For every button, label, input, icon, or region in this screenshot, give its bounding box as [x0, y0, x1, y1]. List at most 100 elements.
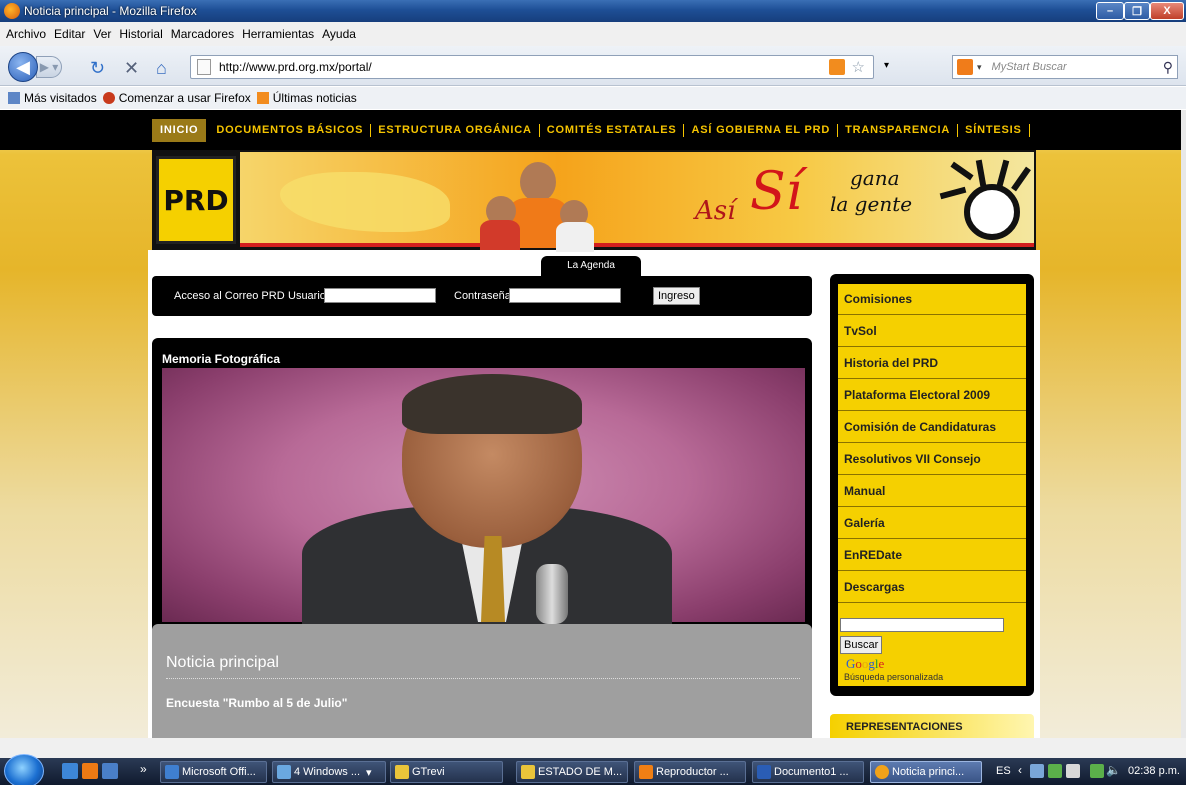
menu-editar[interactable]: Editar	[54, 27, 85, 41]
menu-marcadores[interactable]: Marcadores	[171, 27, 234, 41]
status-bar	[0, 738, 1186, 758]
tray-expand-icon[interactable]: ‹	[1018, 763, 1022, 777]
forward-button[interactable]: ▶ ▾	[36, 56, 62, 78]
tray-icon-3[interactable]	[1066, 764, 1080, 778]
sidebar-item-enredate[interactable]: EnREDate	[838, 540, 1026, 571]
sun-logo-icon	[939, 159, 1031, 244]
email-login-box: Acceso al Correo PRD Usuario Contraseña …	[152, 276, 812, 316]
home-icon[interactable]: ⌂	[156, 58, 167, 79]
mexico-map-image	[280, 172, 450, 232]
main-news-box: Noticia principal Encuesta "Rumbo al 5 d…	[152, 624, 812, 738]
search-box[interactable]: ▾ MyStart Buscar ⚲	[952, 55, 1178, 79]
clock[interactable]: 02:38 p.m.	[1128, 765, 1180, 777]
web-page: INICIO DOCUMENTOS BÁSICOS ESTRUCTURA ORG…	[0, 110, 1186, 738]
menu-historial[interactable]: Historial	[119, 27, 162, 41]
bookmark-mas-visitados[interactable]: Más visitados	[24, 91, 97, 105]
start-button[interactable]	[4, 754, 44, 785]
stop-icon[interactable]: ✕	[124, 58, 139, 79]
user-field[interactable]	[324, 288, 436, 303]
minimize-button[interactable]: –	[1096, 2, 1124, 20]
menu-ver[interactable]: Ver	[93, 27, 111, 41]
nav-asi-gobierna[interactable]: ASÍ GOBIERNA EL PRD	[684, 123, 839, 137]
menu-ayuda[interactable]: Ayuda	[322, 27, 356, 41]
agenda-tab[interactable]: La Agenda	[541, 256, 641, 276]
nav-estructura-organica[interactable]: ESTRUCTURA ORGÁNICA	[371, 123, 540, 137]
firefox-start-icon	[102, 92, 115, 104]
sidebar-item-historia[interactable]: Historia del PRD	[838, 348, 1026, 379]
media-player-icon[interactable]	[82, 763, 98, 779]
taskbar-item-estado[interactable]: ESTADO DE M...	[516, 761, 628, 783]
prd-logo[interactable]: PRD	[156, 156, 236, 244]
back-button[interactable]: ◀	[8, 52, 38, 82]
reload-icon[interactable]: ↻	[90, 58, 105, 79]
site-top-nav: INICIO DOCUMENTOS BÁSICOS ESTRUCTURA ORG…	[0, 110, 1186, 150]
sidebar-item-manual[interactable]: Manual	[838, 476, 1026, 507]
family-photo	[480, 158, 600, 252]
sidebar-item-candidaturas[interactable]: Comisión de Candidaturas	[838, 412, 1026, 443]
sidebar-menu: Comisiones TvSol Historia del PRD Plataf…	[830, 274, 1034, 696]
slogan-gana: gana	[850, 166, 900, 190]
sidebar-item-comisiones[interactable]: Comisiones	[838, 284, 1026, 315]
site-banner: PRD Así Sí gana la gente	[152, 150, 1036, 252]
url-dropdown-icon[interactable]: ▾	[884, 60, 889, 71]
google-subtext: Búsqueda personalizada	[844, 672, 944, 682]
taskbar-item-noticia[interactable]: Noticia princi...	[870, 761, 982, 783]
taskbar-item-reproductor[interactable]: Reproductor ...	[634, 761, 746, 783]
nav-transparencia[interactable]: TRANSPARENCIA	[838, 123, 959, 137]
menu-archivo[interactable]: Archivo	[6, 27, 46, 41]
firefox-icon	[4, 3, 20, 19]
taskbar-item-windows[interactable]: 4 Windows ... ▾	[272, 761, 386, 783]
main-news-headline[interactable]: Encuesta "Rumbo al 5 de Julio"	[166, 696, 347, 710]
nav-comites-estatales[interactable]: COMITÉS ESTATALES	[540, 123, 685, 137]
maximize-button[interactable]: ❐	[1124, 2, 1150, 20]
quick-launch-icon[interactable]	[102, 763, 118, 779]
main-news-title: Noticia principal	[166, 654, 279, 671]
taskbar-item-office[interactable]: Microsoft Offi...	[160, 761, 267, 783]
vertical-scrollbar[interactable]	[1181, 110, 1186, 738]
taskbar-item-documento1[interactable]: Documento1 ...	[752, 761, 864, 783]
slogan-si: Sí	[750, 162, 803, 222]
featured-photo[interactable]	[162, 368, 805, 626]
sidebar-item-galeria[interactable]: Galería	[838, 508, 1026, 539]
more-quicklaunch-icon[interactable]: »	[140, 762, 147, 776]
url-bar[interactable]: http://www.prd.org.mx/portal/ ☆	[190, 55, 874, 79]
bookmark-ultimas-noticias[interactable]: Últimas noticias	[273, 91, 357, 105]
taskbar-item-gtrevi[interactable]: GTrevi	[390, 761, 503, 783]
network-icon[interactable]	[1090, 764, 1104, 778]
bookmarks-toolbar: Más visitados Comenzar a usar Firefox Úl…	[0, 87, 1186, 109]
sidebar-item-tvsol[interactable]: TvSol	[838, 316, 1026, 347]
password-field[interactable]	[509, 288, 621, 303]
volume-icon[interactable]: 🔈	[1106, 763, 1121, 777]
tray-icon-2[interactable]	[1048, 764, 1062, 778]
sidebar-item-descargas[interactable]: Descargas	[838, 572, 1026, 603]
star-icon[interactable]: ☆	[852, 58, 865, 76]
representaciones-header[interactable]: REPRESENTACIONES	[830, 714, 1034, 738]
close-button[interactable]: X	[1150, 2, 1184, 20]
sidebar-item-plataforma[interactable]: Plataforma Electoral 2009	[838, 380, 1026, 411]
search-placeholder: MyStart Buscar	[991, 61, 1067, 73]
divider	[166, 678, 800, 679]
rss-feed-icon	[256, 92, 269, 104]
nav-documentos-basicos[interactable]: DOCUMENTOS BÁSICOS	[209, 123, 372, 137]
photo-memory-box: Memoria Fotográfica	[152, 338, 812, 634]
search-engine-icon[interactable]	[957, 59, 973, 75]
language-indicator[interactable]: ES	[996, 765, 1011, 777]
sidebar-item-resolutivos[interactable]: Resolutivos VII Consejo	[838, 444, 1026, 475]
google-search-input[interactable]	[840, 618, 1004, 632]
tray-icon-1[interactable]	[1030, 764, 1044, 778]
show-desktop-icon[interactable]	[62, 763, 78, 779]
rss-icon[interactable]	[829, 59, 845, 75]
taskbar: » Microsoft Offi... 4 Windows ... ▾ GTrev…	[0, 754, 1186, 785]
search-icon[interactable]: ⚲	[1163, 59, 1173, 76]
nav-inicio[interactable]: INICIO	[152, 118, 207, 142]
menu-herramientas[interactable]: Herramientas	[242, 27, 314, 41]
user-label: Usuario	[288, 290, 326, 302]
nav-sintesis[interactable]: SÍNTESIS	[958, 123, 1030, 137]
login-label: Acceso al Correo PRD	[174, 290, 285, 302]
bookmark-comenzar[interactable]: Comenzar a usar Firefox	[119, 91, 251, 105]
menu-bar: Archivo Editar Ver Historial Marcadores …	[0, 22, 1186, 46]
url-text: http://www.prd.org.mx/portal/	[219, 60, 372, 74]
google-search-button[interactable]: Buscar	[840, 636, 883, 654]
password-label: Contraseña	[454, 290, 511, 302]
login-button[interactable]: Ingreso	[653, 287, 700, 305]
